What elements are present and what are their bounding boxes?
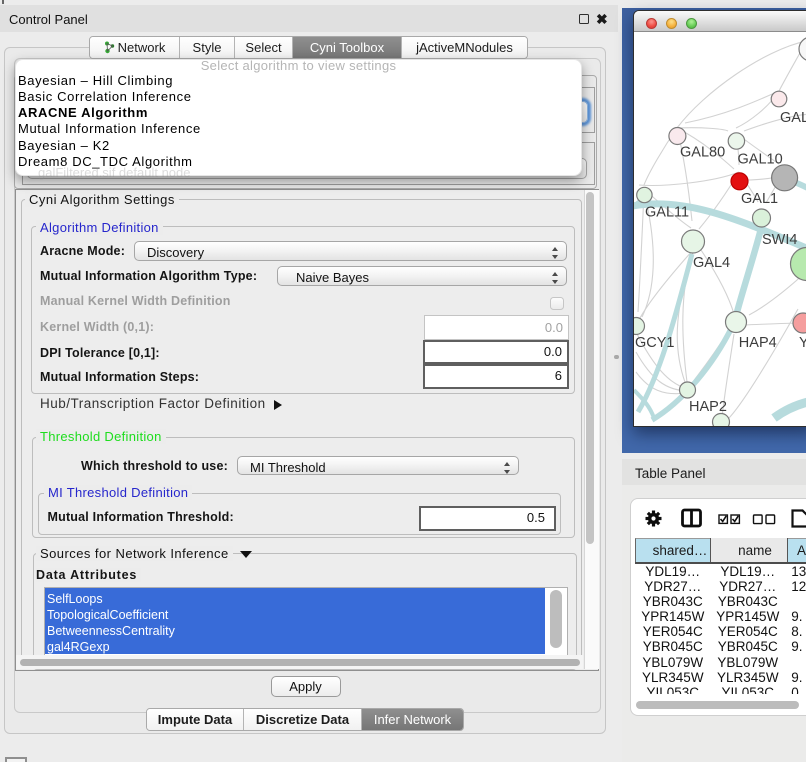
svg-text:HAP2: HAP2	[689, 399, 727, 415]
svg-text:GCY1: GCY1	[635, 335, 675, 351]
svg-text:YM: YM	[799, 335, 806, 351]
svg-text:GAL4: GAL4	[693, 255, 730, 271]
svg-text:GAL11: GAL11	[645, 205, 689, 221]
svg-text:GAL10: GAL10	[738, 152, 783, 168]
svg-text:GAL7: GAL7	[780, 110, 806, 126]
svg-text:GAL80: GAL80	[680, 145, 725, 161]
svg-text:GAL1: GAL1	[741, 191, 778, 207]
svg-text:SWI4: SWI4	[762, 232, 797, 248]
svg-text:HAP4: HAP4	[739, 335, 777, 351]
